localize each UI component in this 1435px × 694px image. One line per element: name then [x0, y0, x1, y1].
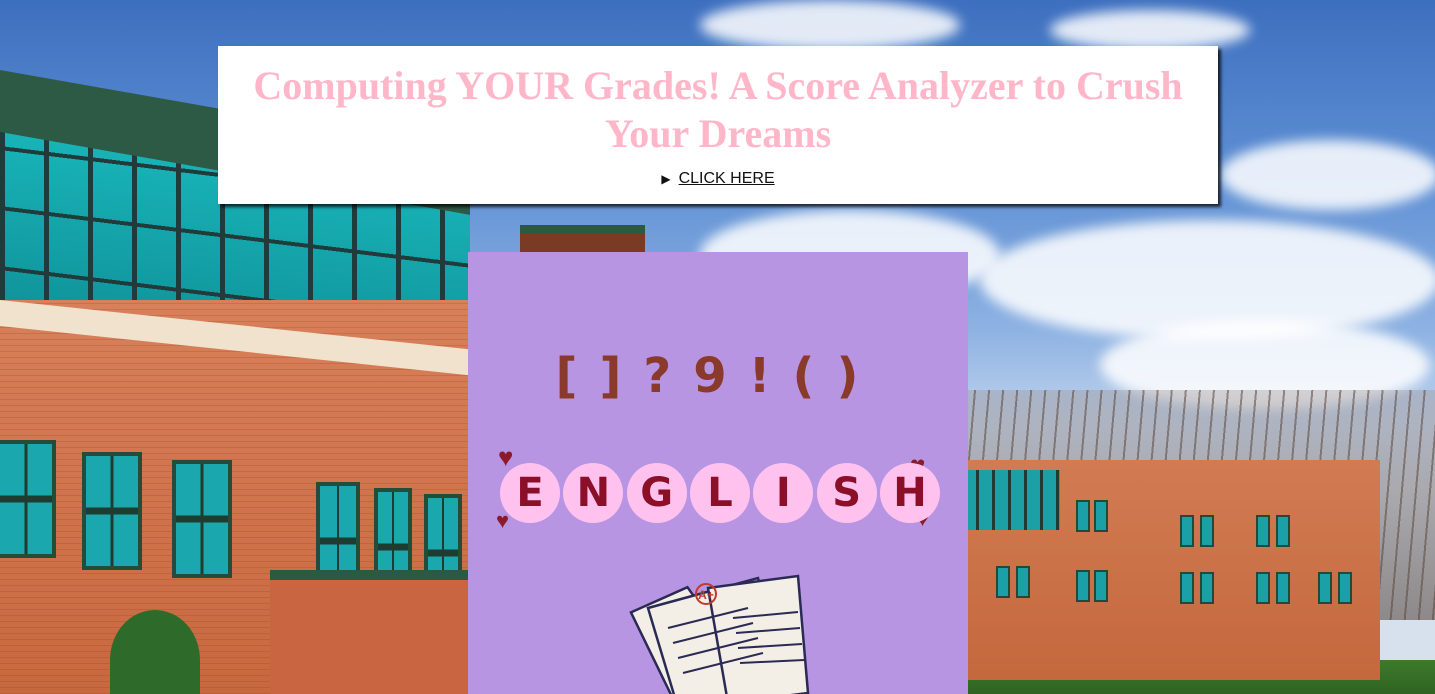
window: [1276, 515, 1290, 547]
click-here-label[interactable]: CLICK HERE: [679, 170, 775, 188]
punctuation-marks: []?9!(): [555, 348, 881, 404]
english-subject-image: []?9!() ♥ ♥ ♥ ♥ E N G L I S H A+: [468, 252, 968, 694]
window: [1200, 572, 1214, 604]
window: [1318, 572, 1332, 604]
building-right-glass: [960, 470, 1060, 530]
window: [1256, 515, 1270, 547]
letter-bubble: H: [879, 463, 940, 523]
letter-bubble: E: [500, 463, 560, 523]
click-here-details-toggle[interactable]: ▶ CLICK HERE: [218, 170, 1218, 188]
letter-bubble: I: [753, 463, 814, 523]
window: [1180, 572, 1194, 604]
window: [1016, 566, 1030, 598]
grade-mark: A+: [698, 588, 714, 602]
window: [1094, 500, 1108, 532]
window: [172, 460, 232, 578]
cloud: [1050, 10, 1250, 50]
letter-bubble: S: [816, 463, 877, 523]
window: [1180, 515, 1194, 547]
window: [1338, 572, 1352, 604]
window: [0, 440, 56, 558]
window: [996, 566, 1010, 598]
cloud: [700, 0, 960, 50]
letter-bubble: L: [689, 463, 750, 523]
disclosure-triangle-icon[interactable]: ▶: [661, 172, 670, 186]
window: [1200, 515, 1214, 547]
window: [1276, 572, 1290, 604]
header-card: Computing YOUR Grades! A Score Analyzer …: [218, 46, 1218, 204]
page-title: Computing YOUR Grades! A Score Analyzer …: [253, 63, 1183, 156]
window: [82, 452, 142, 570]
building-left-lower: [270, 570, 470, 694]
window: [1076, 500, 1090, 532]
window: [1256, 572, 1270, 604]
letter-bubble: G: [626, 463, 687, 523]
english-word-bubbles: E N G L I S H: [500, 458, 940, 528]
graded-papers-icon: A+: [629, 574, 810, 694]
window: [1094, 570, 1108, 602]
window: [1076, 570, 1090, 602]
cloud: [1220, 140, 1435, 210]
letter-bubble: N: [563, 463, 624, 523]
